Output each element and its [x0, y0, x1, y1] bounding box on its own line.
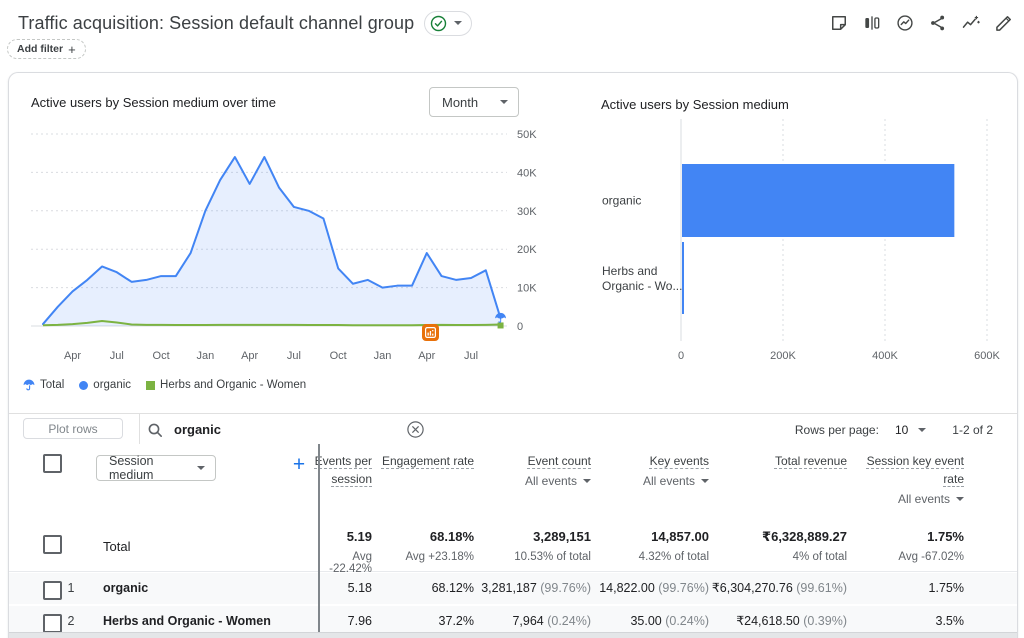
svg-text:Jul: Jul	[287, 350, 301, 362]
svg-text:20K: 20K	[517, 244, 537, 256]
share-icon[interactable]	[927, 13, 948, 34]
chevron-down-icon[interactable]	[918, 427, 927, 432]
rows-per-page-select[interactable]: 10	[895, 423, 908, 437]
edit-icon[interactable]	[993, 13, 1014, 34]
svg-text:Oct: Oct	[330, 350, 347, 362]
svg-text:Herbs andOrganic - Wo...: Herbs and Organic - Wo...	[602, 264, 682, 293]
plus-icon: +	[68, 41, 76, 57]
svg-text:Jan: Jan	[196, 350, 214, 362]
metric-cell: ₹6,304,270.76 (99.61%)	[711, 581, 847, 595]
table-body: 1 organic 5.18 68.12% 3,281,187 (99.76%) 14,8…	[9, 573, 1017, 638]
svg-text:400K: 400K	[872, 350, 898, 362]
all-events-select[interactable]: All events	[457, 474, 591, 488]
svg-text:40K: 40K	[517, 167, 537, 179]
column-divider-handle[interactable]	[318, 444, 320, 638]
sticky-note-icon[interactable]	[828, 13, 849, 34]
horizontal-scrollbar[interactable]	[9, 632, 1017, 638]
total-umbrella-icon	[23, 379, 35, 391]
legend-item-total: Total	[23, 379, 64, 391]
add-filter-label: Add filter	[17, 43, 64, 55]
chevron-down-icon	[956, 497, 964, 501]
granularity-value: Month	[442, 94, 479, 110]
legend-item-herbs: Herbs and Organic - Women	[146, 379, 306, 391]
svg-text:Apr: Apr	[64, 350, 81, 362]
svg-text:10K: 10K	[517, 283, 537, 295]
insights-icon[interactable]	[894, 13, 915, 34]
trend-sparkle-icon[interactable]	[960, 13, 981, 34]
all-events-select[interactable]: All events	[579, 474, 709, 488]
line-chart-legend: Total organic Herbs and Organic - Women	[23, 379, 306, 391]
clear-search-icon[interactable]	[407, 421, 424, 438]
report-toolbar	[828, 13, 1016, 34]
svg-text:Apr: Apr	[241, 350, 258, 362]
chevron-down-icon	[454, 21, 463, 25]
report-card: Active users by Session medium over time…	[8, 72, 1018, 638]
check-circle-icon	[431, 15, 447, 31]
green-square-icon	[146, 380, 156, 390]
table-toolbar: Plot rows Rows per page: 10 1-2 of 2	[9, 413, 1017, 446]
report-header: Traffic acquisition: Session default cha…	[18, 8, 1016, 38]
add-filter-button[interactable]: Add filter +	[7, 39, 86, 59]
granularity-select[interactable]: Month	[429, 87, 519, 117]
line-chart-title: Active users by Session medium over time	[31, 95, 276, 110]
line-chart: 0 10K 20K 30K 40K 50K Apr Jul Oct Jan Apr Jul Oct Jan…	[31, 129, 537, 362]
column-header-total-revenue[interactable]: Total revenue	[687, 452, 847, 470]
all-events-select[interactable]: All events	[864, 492, 964, 506]
chevron-down-icon	[500, 100, 508, 104]
row-checkbox[interactable]	[43, 581, 62, 600]
bar-chart-title: Active users by Session medium	[601, 97, 789, 112]
total-cell: 1.75% Avg -67.02%	[898, 529, 964, 563]
svg-text:50K: 50K	[517, 129, 537, 141]
dimension-value: organic	[103, 581, 149, 595]
chevron-down-icon	[701, 479, 709, 483]
svg-text:organic: organic	[602, 194, 641, 208]
bar-chart: 0 200K 400K 600K organic Herbs and Organic - W…	[602, 119, 1001, 362]
svg-text:Jan: Jan	[374, 350, 392, 362]
svg-text:200K: 200K	[770, 350, 796, 362]
legend-item-organic: organic	[79, 379, 131, 391]
svg-text:0: 0	[678, 350, 684, 362]
svg-text:Jul: Jul	[110, 350, 124, 362]
toolbar-divider	[139, 414, 140, 445]
page-title: Traffic acquisition: Session default cha…	[18, 12, 415, 33]
total-cell: 3,289,151 10.53% of total	[514, 529, 591, 563]
table-search-input[interactable]	[172, 421, 386, 438]
svg-text:Jul: Jul	[464, 350, 478, 362]
row-number: 1	[67, 581, 75, 595]
pagination-range: 1-2 of 2	[952, 422, 993, 437]
svg-text:Oct: Oct	[153, 350, 170, 362]
row-checkbox[interactable]	[43, 614, 62, 633]
table-row: 1 organic 5.18 68.12% 3,281,187 (99.76%) 14,8…	[9, 573, 1017, 604]
anomaly-marker-icon[interactable]	[422, 324, 439, 341]
column-header-event-count[interactable]: Event count All events	[457, 452, 591, 488]
report-status-badge[interactable]	[424, 10, 473, 36]
metric-cell: 1.75%	[928, 581, 964, 595]
comparison-icon[interactable]	[861, 13, 882, 34]
total-cell: ₹6,328,889.27 4% of total	[762, 529, 847, 563]
search-icon	[148, 423, 162, 437]
table-total-row: Total 5.19 Avg -22.42% 68.18% Avg +23.18% 3,…	[9, 521, 1017, 575]
svg-text:600K: 600K	[974, 350, 1000, 362]
column-header-session-key-event-rate[interactable]: Session key event rate All events	[864, 452, 964, 506]
svg-text:30K: 30K	[517, 206, 537, 218]
table-header: Session medium + Events per session Engag…	[9, 444, 1017, 521]
ga4-traffic-acquisition-report: Traffic acquisition: Session default cha…	[0, 0, 1024, 638]
blue-dot-icon	[79, 380, 89, 390]
plot-rows-button[interactable]: Plot rows	[23, 418, 123, 439]
rows-per-page-label: Rows per page:	[794, 422, 879, 437]
svg-text:Apr: Apr	[418, 350, 435, 362]
metric-cell: 3,281,187 (99.76%)	[481, 581, 591, 595]
svg-text:0: 0	[517, 321, 523, 333]
